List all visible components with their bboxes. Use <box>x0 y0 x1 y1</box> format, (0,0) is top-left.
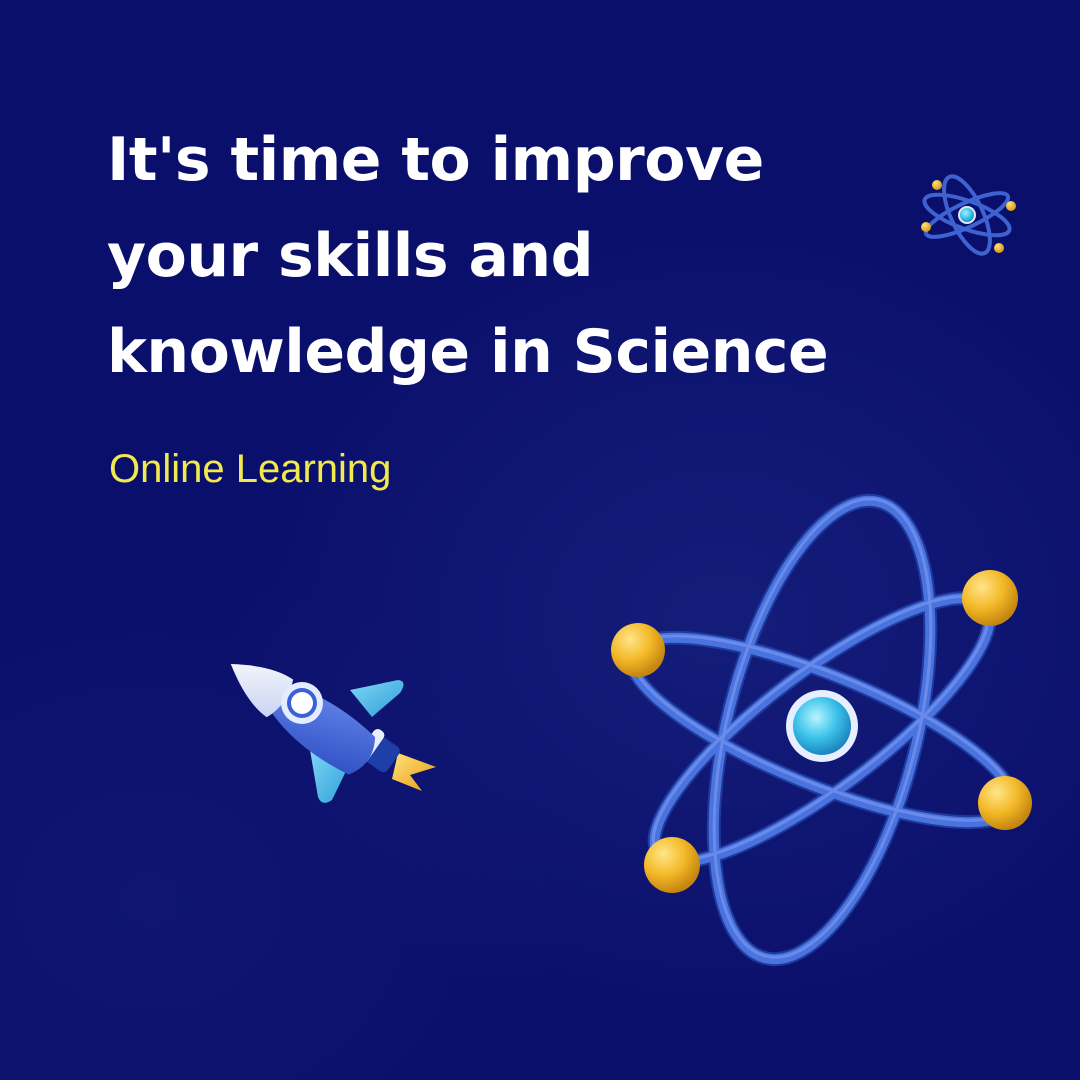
headline: It's time to improve your skills and kno… <box>107 112 927 400</box>
headline-line-2: your skills and <box>107 221 594 291</box>
headline-line-3: knowledge in Science <box>107 317 829 387</box>
small-atom-icon <box>921 174 1016 256</box>
rocket-icon <box>230 664 436 803</box>
headline-line-1: It's time to improve <box>107 125 764 195</box>
large-atom-icon <box>611 493 1032 967</box>
subtitle: Online Learning <box>109 447 392 491</box>
